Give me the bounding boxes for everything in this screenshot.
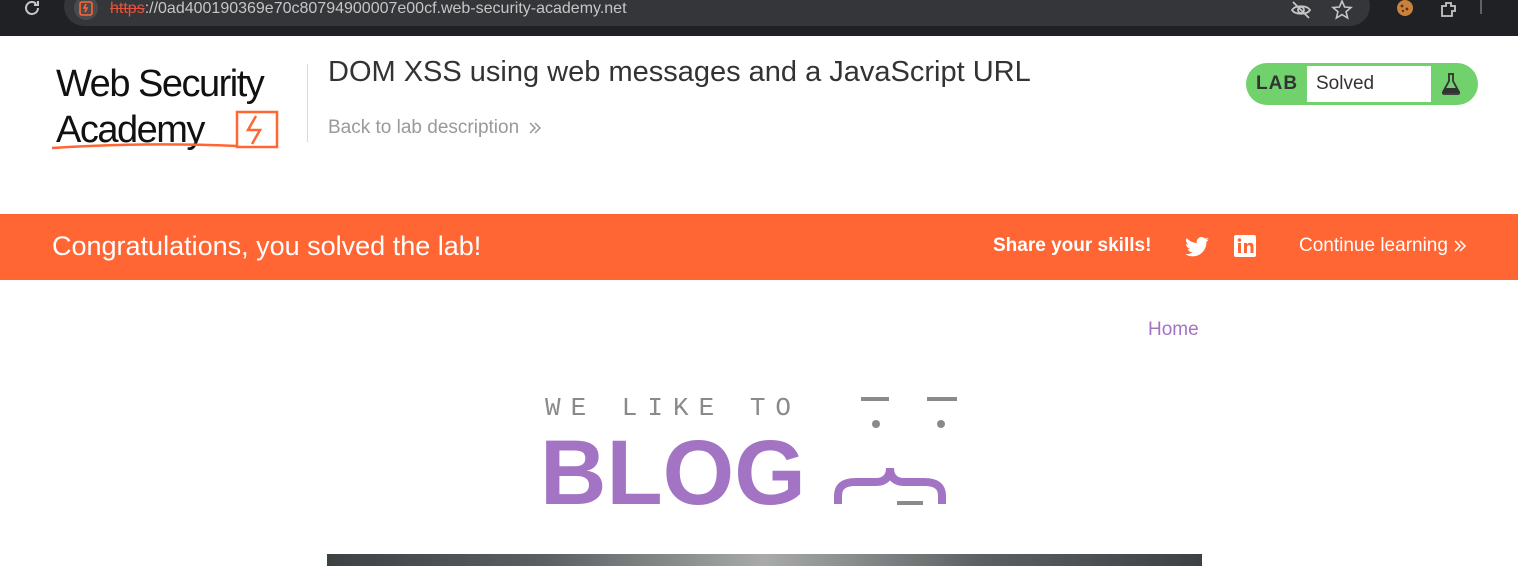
address-bar[interactable]: https://0ad400190369e70c80794900007e00cf…	[64, 0, 1370, 26]
continue-learning-link[interactable]: Continue learning	[1299, 235, 1468, 257]
back-link-label: Back to lab description	[328, 117, 520, 138]
lab-status-box: Solved	[1307, 66, 1431, 102]
lab-status-text: Solved	[1316, 73, 1375, 94]
congratulations-message: Congratulations, you solved the lab!	[52, 231, 482, 261]
blog-hero-image	[327, 554, 1202, 566]
extensions-icon[interactable]	[1438, 0, 1460, 21]
share-skills-label: Share your skills!	[993, 235, 1152, 256]
reload-icon[interactable]	[22, 0, 42, 18]
lab-label: LAB	[1256, 73, 1299, 94]
lab-solved-banner: Congratulations, you solved the lab! Sha…	[0, 214, 1518, 280]
web-security-academy-logo[interactable]: Web Security Academy	[51, 62, 304, 154]
linkedin-icon[interactable]	[1233, 234, 1257, 258]
lab-title: DOM XSS using web messages and a JavaScr…	[328, 56, 1031, 88]
eye-off-icon[interactable]	[1290, 0, 1312, 21]
header-divider	[307, 64, 308, 142]
lab-status-badge: LAB Solved	[1246, 63, 1478, 105]
star-icon[interactable]	[1331, 0, 1353, 21]
double-chevron-right-icon	[529, 122, 542, 134]
site-info-icon[interactable]	[74, 0, 98, 20]
logo-blog-word: BLOG	[540, 422, 806, 512]
logo-top-text: WE LIKE TO	[545, 393, 801, 423]
logo-line1: Web Security	[56, 63, 265, 105]
browser-chrome: https://0ad400190369e70c80794900007e00cf…	[0, 0, 1518, 36]
url-text[interactable]: https://0ad400190369e70c80794900007e00cf…	[110, 0, 627, 18]
double-chevron-right-icon	[1454, 240, 1467, 252]
flask-icon	[1438, 71, 1464, 97]
back-to-lab-description-link[interactable]: Back to lab description	[328, 117, 543, 139]
continue-learning-label: Continue learning	[1299, 235, 1448, 256]
toolbar-separator	[1480, 0, 1482, 14]
cookie-icon[interactable]	[1394, 0, 1416, 21]
url-scheme: https	[110, 0, 145, 17]
home-link[interactable]: Home	[1148, 319, 1199, 341]
url-host: ://0ad400190369e70c80794900007e00cf.web-…	[144, 0, 627, 17]
twitter-icon[interactable]	[1184, 234, 1210, 260]
we-like-to-blog-logo: WE LIKE TO BLOG	[540, 392, 990, 524]
